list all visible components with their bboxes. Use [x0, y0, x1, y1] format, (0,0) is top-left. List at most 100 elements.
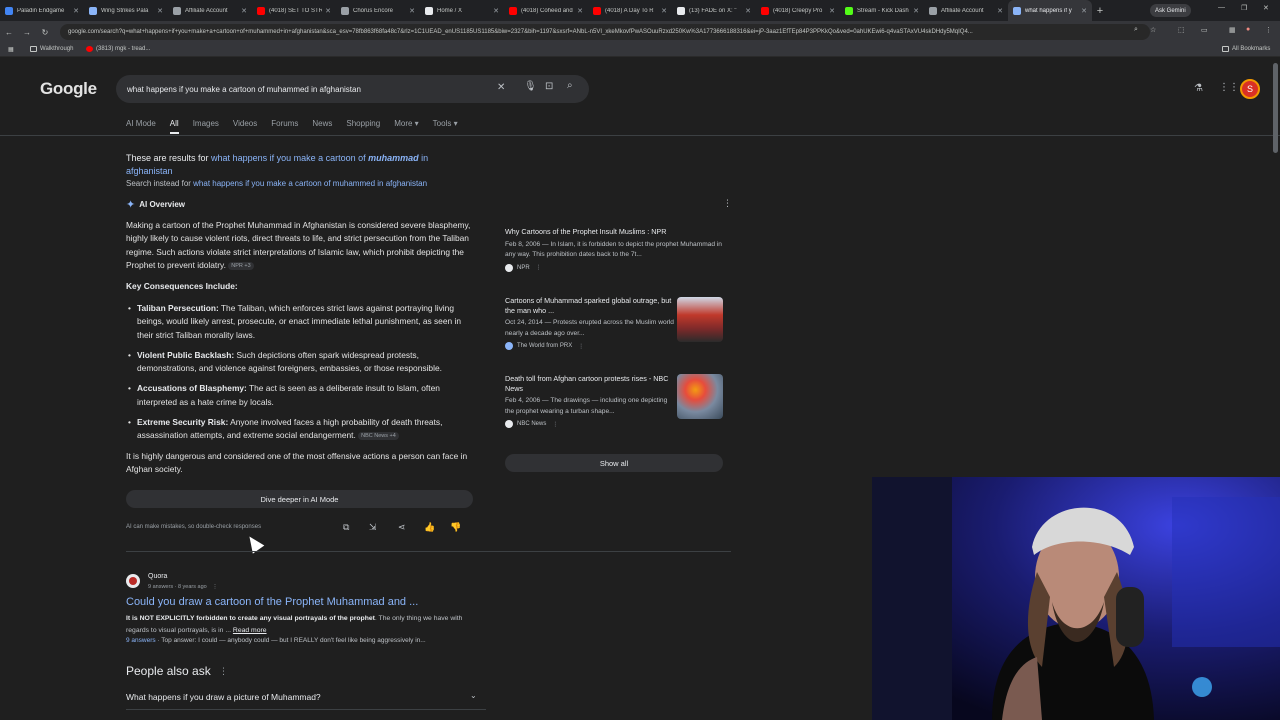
browser-tab[interactable]: (13) FADE on X: " ✕: [672, 0, 756, 21]
answers-link[interactable]: 9 answers: [126, 637, 156, 644]
search-tab[interactable]: News: [312, 119, 332, 128]
back-icon[interactable]: ←: [0, 28, 18, 37]
read-more-link[interactable]: Read more: [233, 627, 267, 634]
tab-label: Home / X: [437, 7, 463, 14]
result-more-icon[interactable]: ⋮: [212, 584, 218, 590]
browser-tab[interactable]: Paladin Endgame ✕: [0, 0, 84, 21]
clear-search-icon[interactable]: ✕: [497, 82, 505, 93]
protest-thumbnail[interactable]: [677, 297, 723, 342]
correction-prefix: These are results for: [126, 153, 212, 163]
bookmark-youtube[interactable]: (3813) mgk - tread...: [86, 46, 150, 52]
people-also-ask-heading: People also ask: [126, 664, 211, 678]
export-icon[interactable]: ⇲: [369, 522, 377, 533]
tab-close-icon[interactable]: ✕: [745, 7, 751, 15]
browser-tab[interactable]: (4018) SET TO STR ✕: [252, 0, 336, 21]
share-icon[interactable]: ⋖: [398, 522, 406, 533]
webcam-overlay: [872, 477, 1280, 720]
address-bar-url: google.com/search?q=what+happens+if+you+…: [68, 29, 973, 35]
search-tab[interactable]: All: [169, 119, 179, 134]
search-tab[interactable]: Forums: [271, 119, 298, 128]
bookmark-star-icon[interactable]: ☆: [1150, 26, 1156, 34]
browser-tab[interactable]: (4018) A Day To R ✕: [588, 0, 672, 21]
source-snippet: Feb 4, 2006 — The drawings — including o…: [505, 397, 668, 415]
forward-icon[interactable]: →: [18, 28, 36, 37]
browser-tab[interactable]: Affiliate Account ✕: [924, 0, 1008, 21]
reload-icon[interactable]: ↻: [36, 28, 54, 37]
account-avatar[interactable]: S: [1240, 79, 1260, 99]
downloads-icon[interactable]: ▭: [1201, 26, 1208, 34]
search-input[interactable]: what happens if you make a cartoon of mu…: [116, 75, 589, 103]
chevron-down-icon[interactable]: ⌄: [470, 691, 477, 700]
labs-icon[interactable]: ⚗: [1194, 83, 1203, 94]
copy-icon[interactable]: ⧉: [343, 522, 349, 533]
tab-close-icon[interactable]: ✕: [493, 7, 499, 15]
browser-tab[interactable]: (4018) Creepy Pro ✕: [756, 0, 840, 21]
search-tab[interactable]: Images: [193, 119, 219, 128]
page-scrollbar[interactable]: [1273, 63, 1278, 153]
original-query-link[interactable]: what happens if you make a cartoon of mu…: [193, 179, 427, 188]
search-icon[interactable]: ⌕: [567, 80, 573, 91]
paa-question[interactable]: What happens if you draw a picture of Mu…: [126, 692, 321, 702]
zoom-icon[interactable]: ⌕: [1134, 26, 1138, 34]
menu-icon[interactable]: ⋮: [1265, 26, 1272, 34]
paa-more-icon[interactable]: ⋮: [219, 666, 228, 677]
bookmark-walkthrough[interactable]: Walkthrough: [30, 46, 73, 52]
all-bookmarks[interactable]: All Bookmarks: [1222, 46, 1270, 52]
search-tab[interactable]: Tools ▾: [433, 119, 458, 128]
tab-close-icon[interactable]: ✕: [913, 7, 919, 15]
apps-icon[interactable]: ▦: [8, 46, 14, 53]
minimize-icon[interactable]: —: [1218, 4, 1225, 11]
lens-search-icon[interactable]: ⊡: [545, 81, 553, 92]
source-chip[interactable]: NPR +3: [228, 261, 254, 270]
show-all-button[interactable]: Show all: [505, 454, 723, 472]
browser-tab[interactable]: Home / X ✕: [420, 0, 504, 21]
extensions-icon[interactable]: ⬚: [1178, 26, 1185, 34]
browser-tab[interactable]: Stream - Kick Dash ✕: [840, 0, 924, 21]
ask-gemini-button[interactable]: Ask Gemini: [1150, 4, 1191, 17]
tab-close-icon[interactable]: ✕: [829, 7, 835, 15]
browser-tab[interactable]: Affiliate Account ✕: [168, 0, 252, 21]
search-tab[interactable]: More ▾: [394, 119, 418, 128]
thumbs-down-icon[interactable]: 👎: [450, 522, 461, 533]
dive-deeper-button[interactable]: Dive deeper in AI Mode: [126, 490, 473, 508]
maximize-icon[interactable]: ❐: [1241, 4, 1247, 12]
tab-close-icon[interactable]: ✕: [241, 7, 247, 15]
source-card[interactable]: Cartoons of Muhammad sparked global outr…: [505, 296, 675, 350]
address-bar[interactable]: google.com/search?q=what+happens+if+you+…: [60, 24, 1150, 40]
search-tab[interactable]: Videos: [233, 119, 257, 128]
search-tab[interactable]: Shopping: [346, 119, 380, 128]
google-logo[interactable]: Google: [40, 79, 97, 99]
tab-close-icon[interactable]: ✕: [997, 7, 1003, 15]
browser-tab[interactable]: Chorus Encore ✕: [336, 0, 420, 21]
tab-close-icon[interactable]: ✕: [157, 7, 163, 15]
tab-close-icon[interactable]: ✕: [325, 7, 331, 15]
ai-overview-more-icon[interactable]: ⋮: [723, 198, 732, 209]
profile-icon[interactable]: ●: [1246, 26, 1250, 33]
search-tab[interactable]: AI Mode: [126, 119, 156, 128]
tab-label: (4018) SET TO STR: [269, 7, 323, 14]
source-chip[interactable]: NBC News +4: [358, 432, 399, 441]
show-all-label: Show all: [599, 458, 629, 468]
browser-tab[interactable]: what happens if y ✕: [1008, 0, 1092, 21]
tab-close-icon[interactable]: ✕: [1081, 7, 1087, 15]
browser-tab[interactable]: (4018) Coheed and ✕: [504, 0, 588, 21]
sidepanel-icon[interactable]: ▦: [1229, 26, 1236, 34]
thumbs-up-icon[interactable]: 👍: [424, 522, 435, 533]
source-more-icon[interactable]: ⋮: [536, 264, 542, 271]
result-title-link[interactable]: Could you draw a cartoon of the Prophet …: [126, 596, 418, 608]
source-card[interactable]: Why Cartoons of the Prophet Insult Musli…: [505, 227, 723, 272]
browser-tab[interactable]: Wing Strikes Pala ✕: [84, 0, 168, 21]
result-site-name[interactable]: Quora: [148, 573, 167, 580]
google-apps-icon[interactable]: ⋮⋮: [1219, 82, 1239, 93]
tab-close-icon[interactable]: ✕: [409, 7, 415, 15]
voice-search-icon[interactable]: 🎙: [524, 81, 537, 92]
fire-protest-thumbnail[interactable]: [677, 374, 723, 419]
source-more-icon[interactable]: ⋮: [552, 421, 558, 428]
close-window-icon[interactable]: ✕: [1263, 4, 1269, 12]
tab-close-icon[interactable]: ✕: [73, 7, 79, 15]
source-card[interactable]: Death toll from Afghan cartoon protests …: [505, 374, 675, 428]
new-tab-button[interactable]: +: [1092, 5, 1108, 17]
tab-close-icon[interactable]: ✕: [661, 7, 667, 15]
source-more-icon[interactable]: ⋮: [578, 343, 584, 350]
tab-close-icon[interactable]: ✕: [577, 7, 583, 15]
